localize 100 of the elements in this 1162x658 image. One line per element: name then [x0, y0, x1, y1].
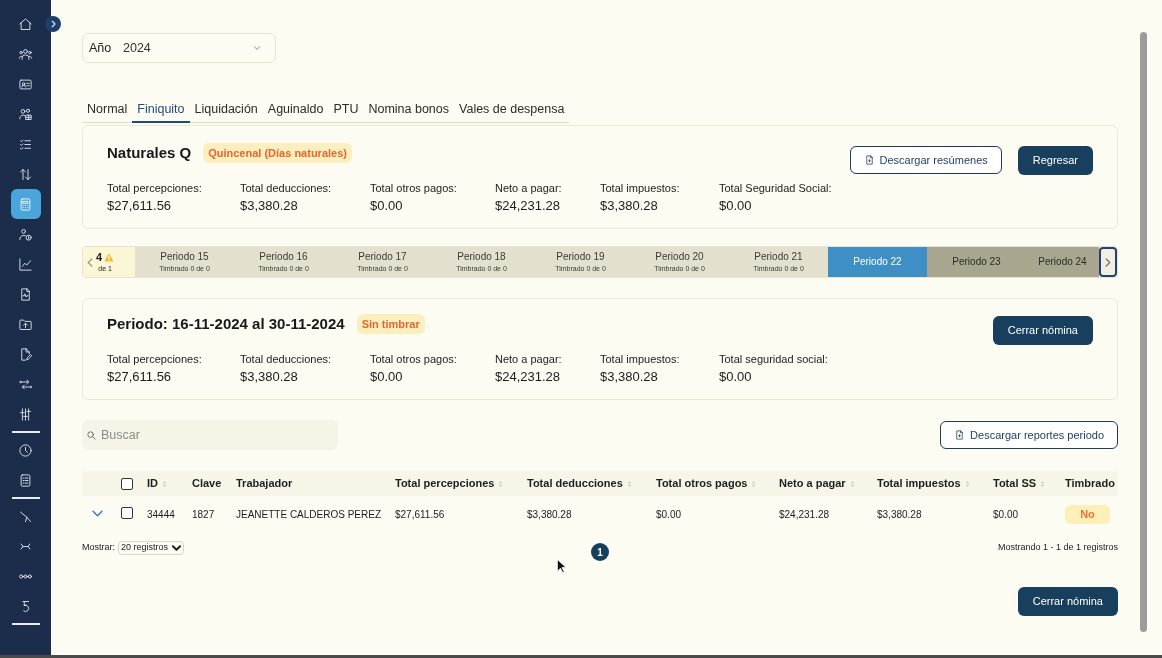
table-cell: 1827 [192, 509, 215, 520]
file-pulse-icon [18, 286, 33, 302]
stat-label: Neto a pagar: [495, 181, 563, 195]
download-button[interactable]: Descargar reportes periodo [940, 421, 1118, 449]
chevron-right-icon [1105, 257, 1111, 267]
sortable-column-header[interactable]: Total otros pagos [656, 475, 757, 492]
search-icon [86, 430, 97, 441]
column-header: Trabajador [236, 476, 293, 492]
page-button[interactable]: 1 [591, 543, 609, 561]
column-header: Timbrado [1065, 476, 1115, 492]
stat-value: $24,231.28 [495, 197, 562, 214]
table-cell: $27,611.56 [395, 509, 445, 520]
stat-value: $27,611.56 [107, 197, 173, 214]
stat-label: Total impuestos: [600, 181, 681, 195]
action-button[interactable]: Regresar [1017, 146, 1093, 175]
stat-value: $0.00 [370, 368, 404, 385]
chevron-down-icon[interactable] [91, 509, 103, 517]
user-table-icon [18, 106, 33, 122]
arrows-up-down-icon [18, 166, 33, 182]
table-cell: $3,380.28 [877, 509, 922, 520]
page-size-select[interactable]: 20 registros [118, 541, 185, 555]
stat-label: Total deducciones: [240, 181, 333, 195]
stat-value: $3,380.28 [240, 368, 299, 385]
file-pencil-icon [18, 346, 33, 362]
period-count: 4 [96, 251, 103, 264]
tab[interactable]: Finiquito [132, 97, 190, 123]
chevron-left-icon[interactable] [87, 257, 93, 267]
sort-icon [751, 479, 757, 488]
status-badge: No [1065, 505, 1110, 524]
stat-value: $3,380.28 [600, 197, 659, 214]
stat-label: Total otros pagos: [370, 352, 458, 366]
line-chart-icon [18, 256, 33, 272]
stat-label: Total percepciones: [107, 181, 203, 195]
stat-label: Neto a pagar: [495, 352, 563, 366]
period-tab[interactable]: Periodo 22 [828, 247, 927, 277]
tab[interactable]: Nomina bonos [363, 97, 454, 123]
stat-value: $0.00 [719, 197, 753, 214]
sortable-column-header[interactable]: Total deducciones [527, 475, 632, 492]
stat-label: Total deducciones: [240, 352, 333, 366]
sortable-column-header[interactable]: ID [147, 475, 167, 492]
table-cell: $24,231.28 [779, 509, 830, 520]
stat-label: Total Seguridad Social: [719, 181, 833, 195]
user-coin-icon [18, 226, 33, 242]
id-card-icon [18, 76, 33, 92]
list-document-icon [18, 472, 33, 488]
checkbox[interactable] [120, 507, 133, 519]
checkbox[interactable] [120, 477, 133, 490]
table-cell: $0.00 [993, 509, 1019, 520]
search-field[interactable]: Buscar [82, 420, 338, 450]
clock-icon [18, 442, 33, 458]
card-title: Periodo: 16-11-2024 al 30-11-2024 [107, 313, 345, 334]
column-header: Clave [192, 476, 222, 492]
file-icon [863, 154, 875, 166]
sort-icon [162, 479, 167, 488]
action-button[interactable]: Cerrar nómina [1017, 587, 1118, 616]
sort-icon [964, 479, 970, 488]
sortable-column-header[interactable]: Neto a pagar [779, 475, 855, 492]
sort-icon [1040, 479, 1046, 488]
table-cell: $0.00 [656, 509, 682, 520]
sortable-column-header[interactable]: Total percepciones [395, 475, 504, 492]
stat-label: Total impuestos: [600, 352, 681, 366]
users-icon [18, 46, 33, 62]
tab[interactable]: Normal [82, 97, 133, 123]
sortable-column-header[interactable]: Total SS [993, 475, 1046, 492]
sortable-column-header[interactable]: Total impuestos [877, 475, 970, 492]
stat-label: Total otros pagos: [370, 181, 458, 195]
expand-sidebar-button[interactable] [45, 16, 61, 32]
tab[interactable]: Aguinaldo [262, 97, 329, 123]
forked-line-icon [18, 508, 33, 524]
sort-icon [849, 479, 855, 488]
status-badge: Quincenal (Días naturales) [203, 142, 352, 164]
table-cell: 34444 [147, 509, 175, 520]
status-badge: Sin timbrar [356, 313, 425, 335]
scrollbar[interactable] [1140, 32, 1147, 632]
year-select[interactable]: 2024 [123, 38, 253, 58]
stat-label: Total percepciones: [107, 352, 203, 366]
card-title: Naturales Q [107, 142, 192, 163]
stat-value: $0.00 [719, 368, 753, 385]
results-summary: Mostrando 1 - 1 de 1 registros [997, 541, 1118, 555]
arrows-exchange-icon [18, 376, 33, 392]
sliders-icon [18, 406, 33, 422]
home-icon [18, 16, 33, 32]
tab[interactable]: PTU [328, 97, 364, 123]
next-periods-button[interactable] [1099, 247, 1117, 277]
tab[interactable]: Liquidación [189, 97, 263, 123]
stat-value: $3,380.28 [240, 197, 299, 214]
tab[interactable]: Vales de despensa [454, 97, 570, 123]
calculator-icon [18, 196, 33, 212]
stat-value: $24,231.28 [495, 368, 562, 385]
folder-upload-icon [18, 316, 33, 332]
file-icon [954, 429, 966, 441]
stat-value: $27,611.56 [107, 368, 173, 385]
caret-down-icon [253, 44, 261, 52]
sort-icon [498, 479, 504, 488]
year-label: Año [89, 39, 113, 57]
stat-label: Total seguridad social: [719, 352, 829, 366]
download-button[interactable]: Descargar resúmenes [849, 146, 1002, 174]
sidebar-button[interactable] [10, 189, 41, 219]
stat-value: $3,380.28 [600, 368, 659, 385]
action-button[interactable]: Cerrar nómina [992, 316, 1093, 345]
